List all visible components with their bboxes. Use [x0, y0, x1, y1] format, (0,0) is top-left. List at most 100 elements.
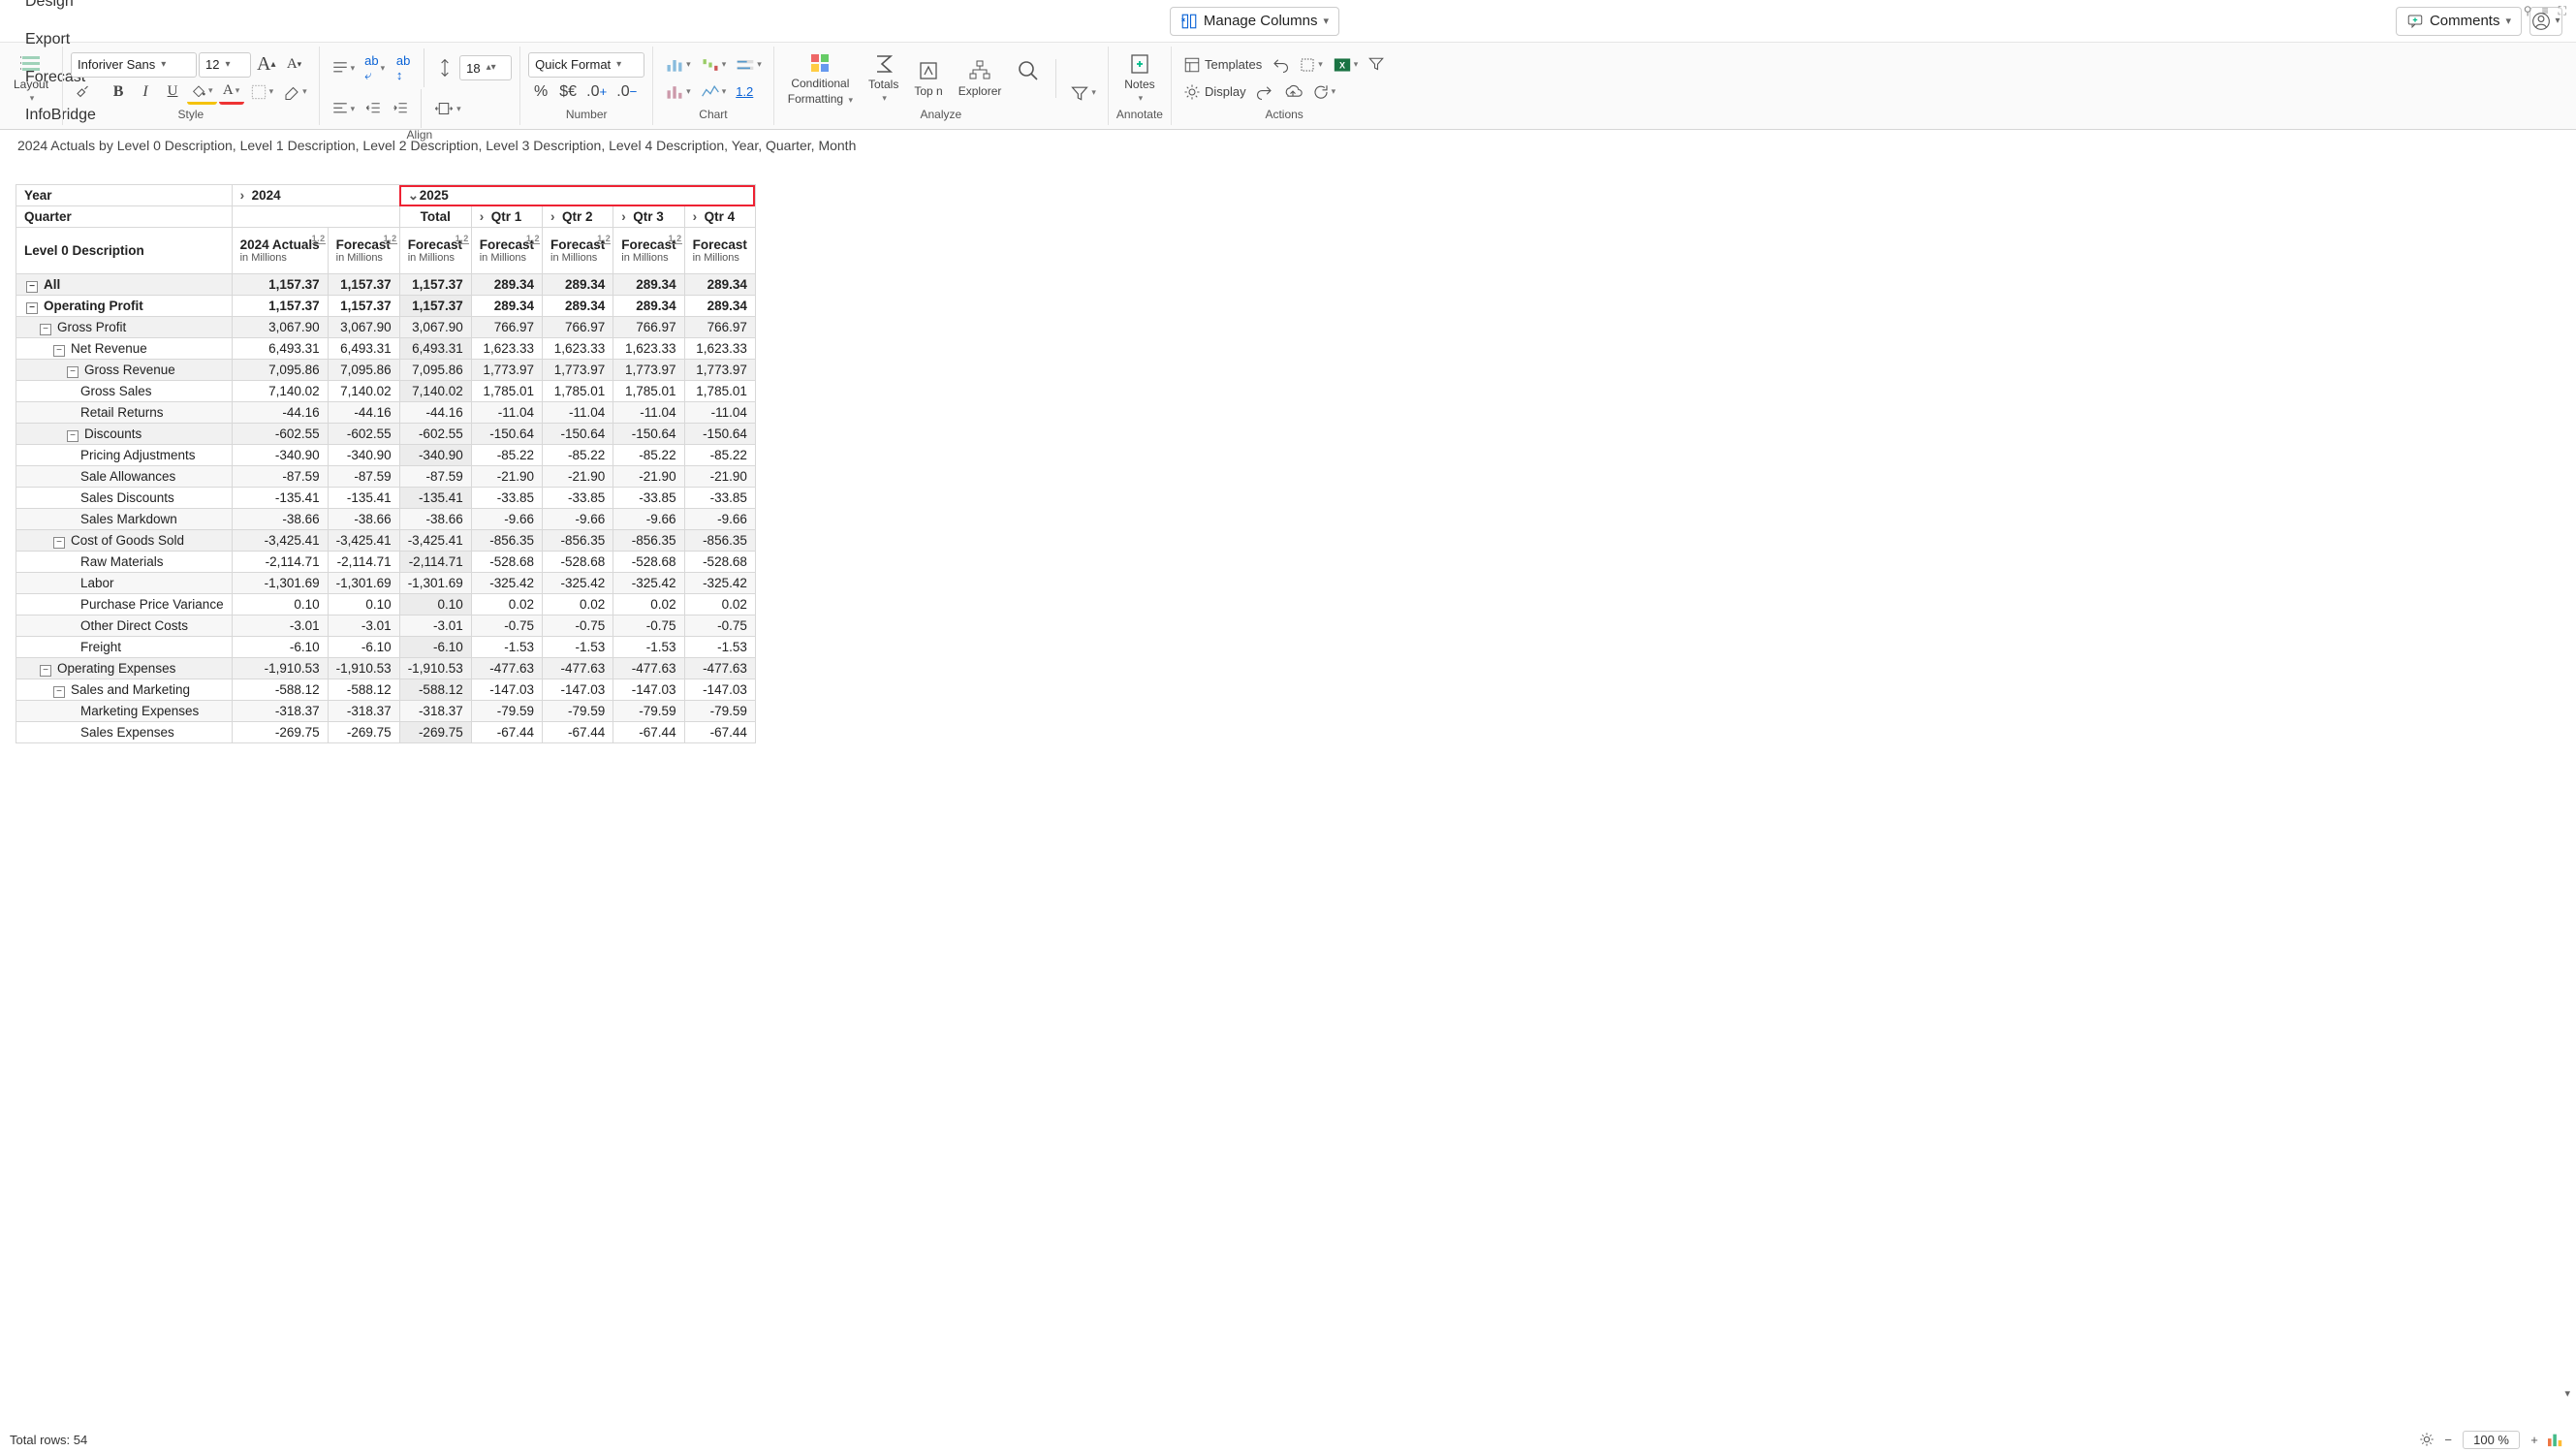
cell[interactable]: -856.35 [613, 530, 684, 552]
cell[interactable]: 7,095.86 [328, 360, 399, 381]
cell[interactable]: 7,095.86 [399, 360, 471, 381]
cell[interactable]: 0.02 [684, 594, 755, 616]
cell[interactable]: -269.75 [328, 722, 399, 743]
cell[interactable]: 766.97 [613, 317, 684, 338]
cell[interactable]: -44.16 [399, 402, 471, 424]
cell[interactable]: 1,785.01 [613, 381, 684, 402]
cell[interactable]: -588.12 [232, 679, 328, 701]
cell[interactable]: -9.66 [613, 509, 684, 530]
manage-columns-button[interactable]: Manage Columns ▾ [1170, 7, 1339, 36]
row-label[interactable]: −Discounts [16, 424, 233, 445]
top-n-button[interactable]: Top n [908, 57, 948, 100]
cell[interactable]: -3,425.41 [399, 530, 471, 552]
cell[interactable]: -588.12 [399, 679, 471, 701]
collapse-toggle[interactable]: − [40, 324, 51, 335]
row-label[interactable]: Sales Markdown [16, 509, 233, 530]
row-label[interactable]: Gross Sales [16, 381, 233, 402]
cell[interactable]: 766.97 [684, 317, 755, 338]
row-label[interactable]: −Net Revenue [16, 338, 233, 360]
cell[interactable]: -11.04 [684, 402, 755, 424]
table-row[interactable]: −Discounts-602.55-602.55-602.55-150.64-1… [16, 424, 756, 445]
cell[interactable]: 7,140.02 [328, 381, 399, 402]
cell[interactable]: -588.12 [328, 679, 399, 701]
cell[interactable]: 1,157.37 [328, 296, 399, 317]
cell[interactable]: -1,301.69 [232, 573, 328, 594]
cell[interactable]: -147.03 [684, 679, 755, 701]
cell[interactable]: -2,114.71 [328, 552, 399, 573]
row-label[interactable]: Raw Materials [16, 552, 233, 573]
cell[interactable]: 6,493.31 [232, 338, 328, 360]
table-row[interactable]: −Gross Profit3,067.903,067.903,067.90766… [16, 317, 756, 338]
expand-icon[interactable]: ⛶ [2559, 4, 2566, 18]
cell[interactable]: -87.59 [399, 466, 471, 488]
table-row[interactable]: Gross Sales7,140.027,140.027,140.021,785… [16, 381, 756, 402]
cell[interactable]: 1,623.33 [471, 338, 542, 360]
collapse-toggle[interactable]: − [67, 430, 79, 442]
col-forecast-q1[interactable]: Forecastin Millions1.2 [471, 228, 542, 274]
table-row[interactable]: −Gross Revenue7,095.867,095.867,095.861,… [16, 360, 756, 381]
cell[interactable]: -269.75 [232, 722, 328, 743]
cell[interactable]: -79.59 [684, 701, 755, 722]
cell[interactable]: -38.66 [232, 509, 328, 530]
layout-button[interactable]: Layout ▾ [8, 50, 54, 106]
waterfall-button[interactable]: ▾ [697, 52, 731, 78]
cell[interactable]: 3,067.90 [328, 317, 399, 338]
cell[interactable]: -135.41 [328, 488, 399, 509]
cell[interactable]: -3,425.41 [232, 530, 328, 552]
cell[interactable]: 1,773.97 [684, 360, 755, 381]
cell[interactable]: 7,095.86 [232, 360, 328, 381]
cell[interactable]: 0.02 [613, 594, 684, 616]
cell[interactable]: -1,910.53 [399, 658, 471, 679]
cell[interactable]: 6,493.31 [399, 338, 471, 360]
table-row[interactable]: Marketing Expenses-318.37-318.37-318.37-… [16, 701, 756, 722]
filter-icon[interactable]: ≡ [2542, 4, 2549, 18]
row-label[interactable]: −Gross Revenue [16, 360, 233, 381]
outdent-button[interactable] [361, 96, 386, 121]
cell[interactable]: -477.63 [684, 658, 755, 679]
cell[interactable]: -2,114.71 [399, 552, 471, 573]
table-row[interactable]: −Cost of Goods Sold-3,425.41-3,425.41-3,… [16, 530, 756, 552]
cell[interactable]: -85.22 [613, 445, 684, 466]
cell[interactable]: -6.10 [232, 637, 328, 658]
qtr4-header[interactable]: ›Qtr 4 [684, 206, 755, 228]
collapse-toggle[interactable]: − [40, 665, 51, 677]
cell[interactable]: -325.42 [684, 573, 755, 594]
row-label[interactable]: Retail Returns [16, 402, 233, 424]
cell[interactable]: 0.10 [328, 594, 399, 616]
collapse-toggle[interactable]: − [53, 345, 65, 357]
cell[interactable]: -9.66 [471, 509, 542, 530]
cell[interactable]: -0.75 [543, 616, 613, 637]
pin-icon[interactable]: ⚲ [2524, 4, 2532, 18]
cell[interactable]: 289.34 [684, 274, 755, 296]
templates-button[interactable]: Templates [1179, 52, 1266, 78]
bullet-chart-button[interactable]: ▾ [732, 52, 766, 78]
font-color-button[interactable]: A▾ [219, 79, 244, 105]
cell[interactable]: -21.90 [684, 466, 755, 488]
cell[interactable]: 1,157.37 [328, 274, 399, 296]
total-header[interactable]: Total [399, 206, 471, 228]
table-row[interactable]: −Net Revenue6,493.316,493.316,493.311,62… [16, 338, 756, 360]
cell[interactable]: 289.34 [613, 296, 684, 317]
cell[interactable]: -1,301.69 [328, 573, 399, 594]
display-button[interactable]: Display [1179, 79, 1250, 105]
cell[interactable]: -21.90 [543, 466, 613, 488]
cell[interactable]: 3,067.90 [232, 317, 328, 338]
cell[interactable]: -33.85 [543, 488, 613, 509]
cell[interactable]: 7,140.02 [399, 381, 471, 402]
row-label[interactable]: −Operating Expenses [16, 658, 233, 679]
cell[interactable]: -1.53 [613, 637, 684, 658]
collapse-toggle[interactable]: − [53, 686, 65, 698]
cell[interactable]: 3,067.90 [399, 317, 471, 338]
cell[interactable]: -6.10 [328, 637, 399, 658]
row-height-button[interactable] [432, 55, 457, 80]
cell[interactable]: -602.55 [232, 424, 328, 445]
cell[interactable]: -135.41 [399, 488, 471, 509]
year-2025-header[interactable]: ⌄2025 [399, 185, 755, 206]
cell[interactable]: -150.64 [613, 424, 684, 445]
row-label[interactable]: Purchase Price Variance [16, 594, 233, 616]
cell[interactable]: -318.37 [328, 701, 399, 722]
undo-button[interactable] [1268, 52, 1293, 78]
cell[interactable]: -87.59 [232, 466, 328, 488]
cell[interactable]: -856.35 [543, 530, 613, 552]
row-label[interactable]: Freight [16, 637, 233, 658]
